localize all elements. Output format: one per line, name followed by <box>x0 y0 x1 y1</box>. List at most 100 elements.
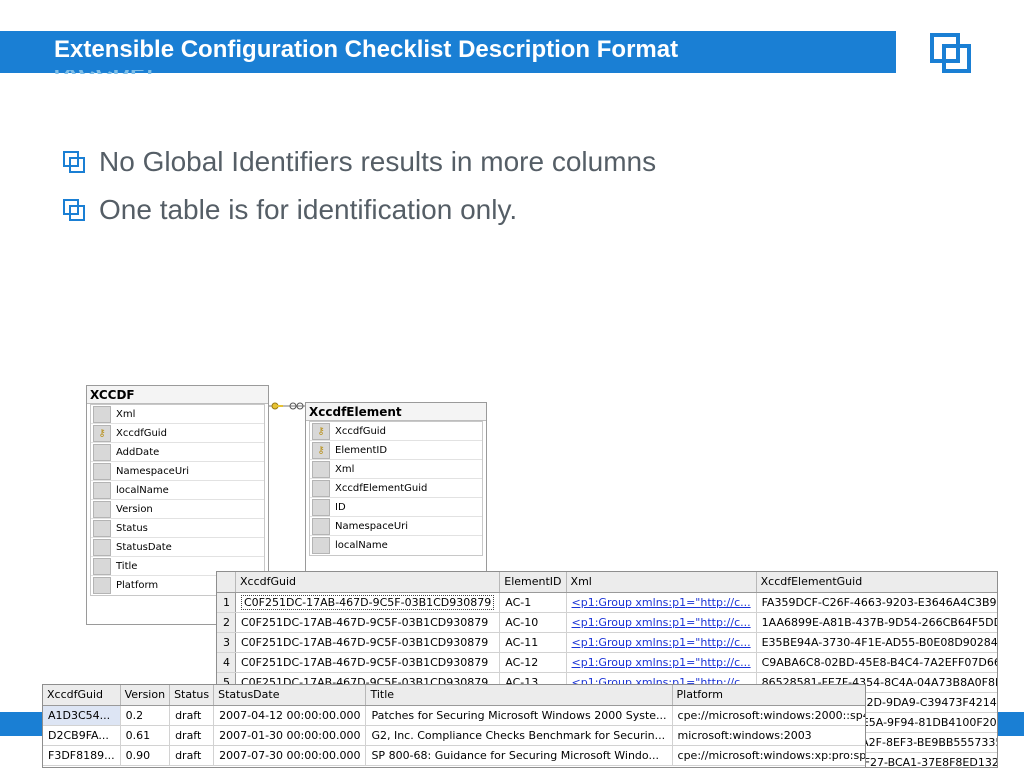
column-selector <box>312 498 330 516</box>
table-cell[interactable]: G2, Inc. Compliance Checks Benchmark for… <box>365 725 673 746</box>
table-row[interactable]: D2CB9FA... 0.61 draft 2007-01-30 00:00:00.0… <box>43 725 865 746</box>
relationship-connector <box>268 402 306 410</box>
column-header[interactable]: Title <box>365 685 673 706</box>
table-cell[interactable]: 2007-01-30 00:00:00.000 <box>213 725 367 746</box>
table-cell[interactable]: C0F251DC-17AB-467D-9C5F-03B1CD930879 <box>235 652 501 673</box>
table-cell[interactable]: C9ABA6C8-02BD-45E8-B4C4-7A2EFF07D66E <box>756 652 997 673</box>
column-name: AddDate <box>116 446 160 458</box>
row-number[interactable]: 4 <box>217 652 236 673</box>
cell-value: cpe://microsoft:windows:xp:pro:sp2 <box>677 748 866 762</box>
table-cell[interactable]: SP 800-68: Guidance for Securing Microso… <box>365 745 673 766</box>
table-cell[interactable]: <p1:Group xmlns:p1="http://c... <box>566 632 757 653</box>
table-cell[interactable]: FA359DCF-C26F-4663-9203-E3646A4C3B92 <box>756 592 997 613</box>
xccdf-column-list: Xml ⚷ XccdfGuid AddDate NamespaceUri localNam… <box>90 404 265 596</box>
bullet-square-icon <box>63 199 85 221</box>
table-cell[interactable]: <p1:Group xmlns:p1="http://c... <box>566 612 757 633</box>
primary-key-icon: ⚷ <box>312 422 330 440</box>
table-row[interactable]: 3 C0F251DC-17AB-467D-9C5F-03B1CD930879 AC-… <box>217 632 997 653</box>
diagram-column-row[interactable]: NamespaceUri <box>310 517 482 536</box>
table-row[interactable]: 1 C0F251DC-17AB-467D-9C5F-03B1CD930879 AC-… <box>217 592 997 613</box>
diagram-column-row[interactable]: Xml <box>310 460 482 479</box>
primary-key-icon: ⚷ <box>93 424 111 442</box>
xccdfelement-table-diagram[interactable]: XccdfElement ⚷ XccdfGuid ⚷ ElementID Xml Xccd… <box>305 402 487 574</box>
table-cell[interactable]: microsoft:windows:2003 <box>672 725 865 746</box>
table-cell[interactable]: AC-11 <box>499 632 567 653</box>
diagram-column-row[interactable]: Xml <box>91 405 264 424</box>
table-cell[interactable]: D2CB9FA... <box>43 725 121 746</box>
column-selector <box>93 538 111 556</box>
table-cell[interactable]: cpe://microsoft:windows:2000::sp4 <box>672 705 866 726</box>
diagram-column-row[interactable]: ⚷ XccdfGuid <box>310 422 482 441</box>
row-number[interactable]: 2 <box>217 612 236 633</box>
table-row[interactable]: F3DF8189... 0.90 draft 2007-07-30 00:00:00.… <box>43 745 866 766</box>
column-header[interactable]: Xml <box>566 572 757 593</box>
row-number[interactable]: 3 <box>217 632 236 653</box>
table-row[interactable]: 2 C0F251DC-17AB-467D-9C5F-03B1CD930879 AC-… <box>217 612 997 633</box>
column-header[interactable]: XccdfElementGuid <box>756 572 997 593</box>
xccdfelement-column-list: ⚷ XccdfGuid ⚷ ElementID Xml XccdfElementGuid I… <box>309 421 483 556</box>
column-name: NamespaceUri <box>335 520 409 532</box>
diagram-column-row[interactable]: XccdfElementGuid <box>310 479 482 498</box>
table-cell[interactable]: Patches for Securing Microsoft Windows 2… <box>365 705 673 726</box>
cell-value: Patches for Securing Microsoft Windows 2… <box>371 708 667 722</box>
cell-value: <p1:Group xmlns:p1="http://c... <box>571 655 751 669</box>
cell-value: F3DF8189... <box>48 748 115 762</box>
table-cell[interactable]: F3DF8189... <box>43 745 121 766</box>
table-cell[interactable]: C0F251DC-17AB-467D-9C5F-03B1CD930879 <box>235 612 501 633</box>
table-cell[interactable]: AC-10 <box>499 612 567 633</box>
diagram-column-row[interactable]: ⚷ XccdfGuid <box>91 424 264 443</box>
cell-value: cpe://microsoft:windows:2000::sp4 <box>677 708 866 722</box>
table-row[interactable]: 4 C0F251DC-17AB-467D-9C5F-03B1CD930879 AC-… <box>217 652 997 673</box>
table-cell[interactable]: C0F251DC-17AB-467D-9C5F-03B1CD930879 <box>235 592 501 613</box>
cell-value: 2007-07-30 00:00:00.000 <box>219 748 361 762</box>
table-cell[interactable]: draft <box>169 705 215 726</box>
table-cell[interactable]: 2007-04-12 00:00:00.000 <box>213 705 367 726</box>
diagram-column-row[interactable]: localName <box>91 481 264 500</box>
table-cell[interactable]: 2007-07-30 00:00:00.000 <box>213 745 367 766</box>
table-cell[interactable]: E35BE94A-3730-4F1E-AD55-B0E08D902842 <box>756 632 997 653</box>
column-header[interactable]: Version <box>120 685 171 706</box>
table-cell[interactable]: 1AA6899E-A81B-437B-9D54-266CB64F5DD4 <box>756 612 997 633</box>
table-cell[interactable]: AC-1 <box>499 592 567 613</box>
column-header[interactable]: XccdfGuid <box>43 685 121 706</box>
table-cell[interactable]: draft <box>169 745 215 766</box>
table-cell[interactable]: <p1:Group xmlns:p1="http://c... <box>566 592 757 613</box>
table-cell[interactable]: <p1:Group xmlns:p1="http://c... <box>566 652 757 673</box>
column-header[interactable]: Platform <box>672 685 865 706</box>
column-name: localName <box>335 540 388 551</box>
footer-stripe-right <box>998 712 1024 736</box>
column-header[interactable]: StatusDate <box>213 685 367 706</box>
table-cell[interactable]: 0.90 <box>120 745 171 766</box>
column-selector <box>312 537 330 554</box>
cell-value: 1 <box>223 595 230 609</box>
table-cell[interactable]: cpe://microsoft:windows:xp:pro:sp2 <box>672 745 866 766</box>
xccdf-results-grid[interactable]: XccdfGuid Version Status StatusDate Title Pla… <box>42 684 866 768</box>
table-cell[interactable]: draft <box>169 725 215 746</box>
diagram-column-row[interactable]: ID <box>310 498 482 517</box>
table-row[interactable]: A1D3C54... 0.2 draft 2007-04-12 00:00:00.00… <box>43 705 866 726</box>
column-header[interactable]: XccdfGuid <box>235 572 501 593</box>
table-cell[interactable]: C0F251DC-17AB-467D-9C5F-03B1CD930879 <box>235 632 501 653</box>
column-selector <box>312 460 330 478</box>
column-header[interactable]: Status <box>169 685 215 706</box>
diagram-column-row[interactable]: Status <box>91 519 264 538</box>
diagram-column-row[interactable]: NamespaceUri <box>91 462 264 481</box>
table-cell[interactable]: 0.2 <box>120 705 171 726</box>
diagram-column-row[interactable]: AddDate <box>91 443 264 462</box>
diagram-column-row[interactable]: StatusDate <box>91 538 264 557</box>
table-cell[interactable]: AC-12 <box>499 652 567 673</box>
column-header[interactable]: ElementID <box>499 572 567 593</box>
table-cell[interactable]: A1D3C54... <box>43 705 121 726</box>
column-name: ID <box>335 501 346 513</box>
cell-value: SP 800-68: Guidance for Securing Microso… <box>371 748 659 762</box>
column-header[interactable] <box>217 572 236 593</box>
row-number[interactable]: 1 <box>217 592 236 613</box>
diagram-column-row[interactable]: ⚷ ElementID <box>310 441 482 460</box>
diagram-column-row[interactable]: Version <box>91 500 264 519</box>
column-selector <box>93 500 111 518</box>
table-cell[interactable]: 0.61 <box>120 725 171 746</box>
column-name: Xml <box>116 408 136 420</box>
column-name: ElementID <box>335 444 388 456</box>
cell-value: <p1:Group xmlns:p1="http://c... <box>571 595 751 609</box>
diagram-column-row[interactable]: localName <box>310 536 482 555</box>
